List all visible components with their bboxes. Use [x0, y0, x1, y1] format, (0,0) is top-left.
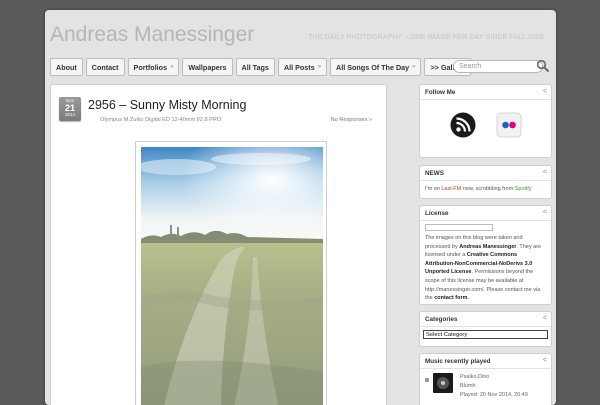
- nav-label: All Tags: [241, 62, 269, 72]
- follow-icons: [420, 100, 551, 138]
- date-badge: Nov 21 2014: [59, 97, 81, 121]
- dropdown-icon: »: [317, 64, 322, 70]
- flickr-icon[interactable]: [496, 112, 522, 138]
- nav-item-all-tags[interactable]: All Tags: [235, 58, 275, 76]
- collapse-icon[interactable]: <: [543, 88, 547, 95]
- track-played: Played: 20 Nov 2014, 20:49: [460, 392, 528, 398]
- track-title[interactable]: Blumh: [460, 382, 528, 391]
- date-year: 2014: [64, 112, 75, 117]
- widget-music: Music recently played < Psaiko.Dino Blumh…: [419, 353, 552, 405]
- nav-item-all-posts[interactable]: All Posts»: [277, 58, 328, 76]
- album-art-icon[interactable]: [433, 373, 453, 393]
- nav-item-contact[interactable]: Contact: [85, 58, 125, 76]
- collapse-icon[interactable]: <: [543, 357, 547, 364]
- widget-title-text: Categories: [425, 316, 458, 323]
- widget-license: License < The images on this blog were ta…: [419, 205, 552, 305]
- license-text-part: .: [467, 295, 470, 302]
- post-photo[interactable]: [141, 147, 323, 405]
- search-icon[interactable]: [536, 59, 550, 73]
- recent-track[interactable]: Psaiko.Dino Blumh Played: 20 Nov 2014, 2…: [420, 369, 551, 404]
- widget-title: NEWS <: [420, 166, 551, 181]
- widget-follow: Follow Me <: [419, 84, 552, 158]
- nav-label: About: [56, 62, 77, 72]
- post-area: Nov 21 2014 2956 – Sunny Misty Morning O…: [50, 84, 387, 405]
- track-artist[interactable]: Psaiko.Dino: [460, 373, 528, 382]
- main-nav: About Contact Portfolios» Wallpapers All…: [50, 58, 472, 76]
- cc-license-badge[interactable]: [425, 224, 493, 231]
- widget-title: Follow Me <: [420, 85, 551, 100]
- widget-categories: Categories < Select Category: [419, 311, 552, 347]
- nav-item-all-songs[interactable]: All Songs Of The Day»: [330, 58, 422, 76]
- spotify-link[interactable]: Spotify: [515, 186, 532, 192]
- search-input[interactable]: Search: [453, 60, 543, 73]
- widget-title-text: Follow Me: [425, 89, 456, 96]
- lastfm-link[interactable]: Last.FM: [441, 186, 461, 192]
- widget-title-text: NEWS: [425, 170, 444, 177]
- category-select[interactable]: Select Category: [423, 330, 548, 339]
- widget-title: Music recently played <: [420, 354, 551, 369]
- news-text-part: now, scrobbling from: [461, 186, 515, 192]
- rss-icon[interactable]: [450, 112, 476, 138]
- post-comments-link[interactable]: No Responses »: [331, 117, 372, 123]
- collapse-icon[interactable]: <: [543, 209, 547, 216]
- nav-label: Portfolios: [133, 62, 168, 72]
- site-title[interactable]: Andreas Manessinger: [50, 23, 254, 47]
- page-container: Andreas Manessinger THE DAILY PHOTOGRAPH…: [45, 10, 556, 405]
- category-select-wrap: Select Category: [420, 330, 551, 339]
- widget-title: Categories <: [420, 312, 551, 327]
- contact-form-link[interactable]: contact form: [434, 295, 467, 301]
- widget-title: License <: [420, 206, 551, 221]
- nav-label: All Songs Of The Day: [336, 62, 410, 72]
- author-link[interactable]: Andreas Manessinger: [459, 244, 516, 250]
- nav-label: Contact: [91, 62, 119, 72]
- news-text: I'm on Last.FM now, scrobbling from Spot…: [420, 181, 551, 198]
- nav-label: Wallpapers: [188, 62, 227, 72]
- nav-label: All Posts: [283, 62, 315, 72]
- post-lens-meta[interactable]: Olympus M.Zuiko Digital ED 12-40mm f/2.8…: [100, 117, 221, 123]
- nav-item-wallpapers[interactable]: Wallpapers: [182, 58, 233, 76]
- dropdown-icon: »: [170, 64, 174, 70]
- license-text: The images on this blog were taken and p…: [420, 221, 551, 304]
- widget-news: NEWS < I'm on Last.FM now, scrobbling fro…: [419, 165, 552, 199]
- widget-title-text: Music recently played: [425, 358, 491, 365]
- list-bullet-icon: [425, 378, 429, 382]
- widget-title-text: License: [425, 210, 449, 217]
- post-title[interactable]: 2956 – Sunny Misty Morning: [88, 98, 246, 112]
- collapse-icon[interactable]: <: [543, 315, 547, 322]
- track-info: Psaiko.Dino Blumh Played: 20 Nov 2014, 2…: [460, 373, 528, 400]
- site-tagline: THE DAILY PHOTOGRAPHY – ONE IMAGE PER DA…: [308, 34, 544, 41]
- date-day: 21: [64, 103, 75, 113]
- nav-item-about[interactable]: About: [50, 58, 83, 76]
- news-text-part: I'm on: [425, 186, 442, 192]
- nav-item-portfolios[interactable]: Portfolios»: [127, 58, 180, 76]
- collapse-icon[interactable]: <: [543, 169, 547, 176]
- photo-frame: [135, 141, 327, 405]
- dropdown-icon: »: [412, 64, 416, 70]
